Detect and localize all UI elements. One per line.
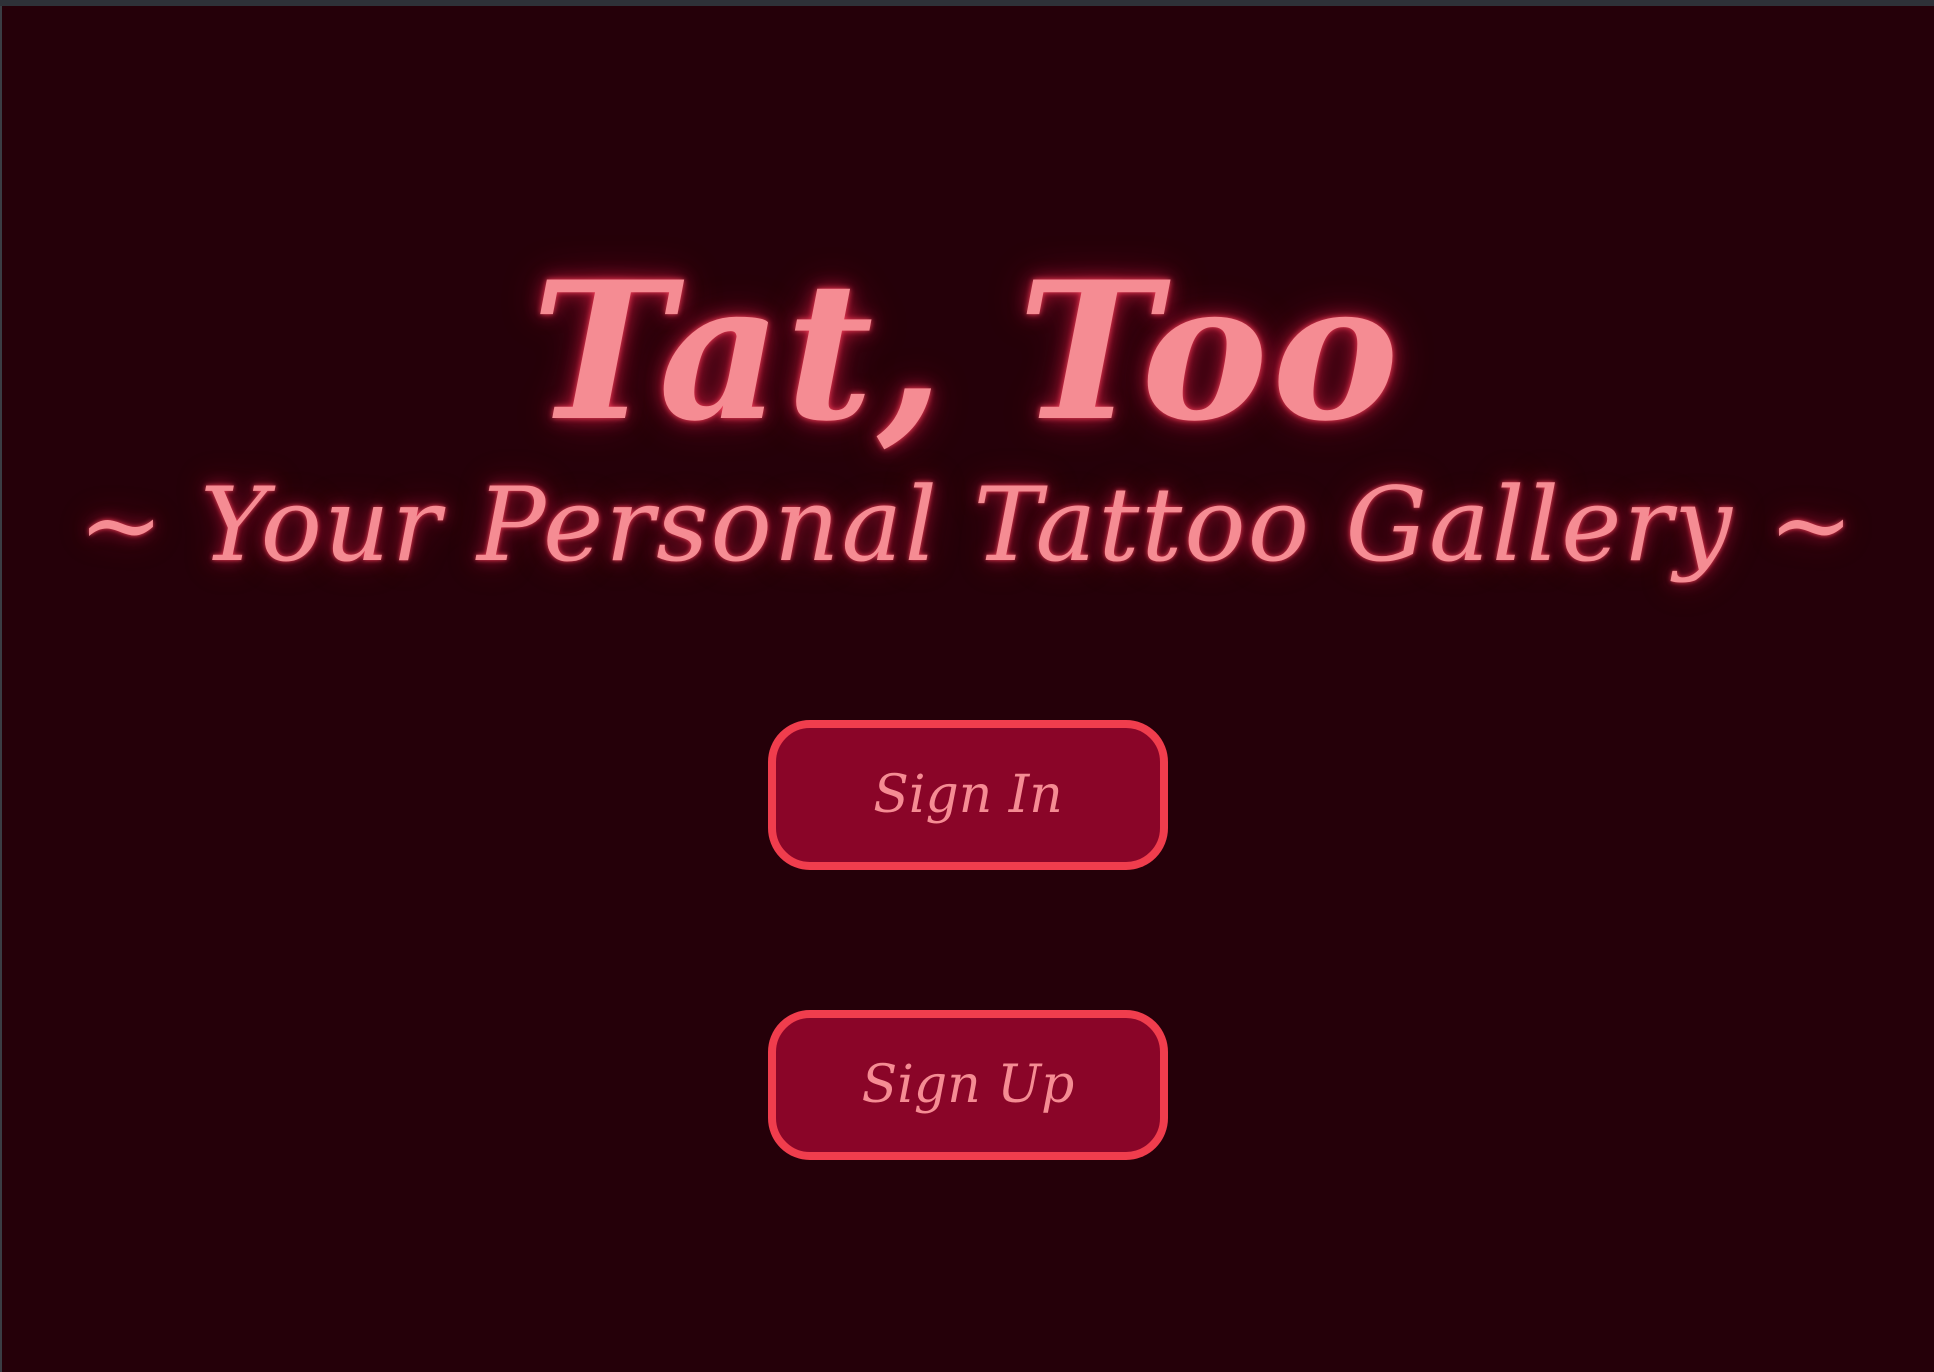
- sign-up-button[interactable]: Sign Up: [768, 1010, 1168, 1160]
- window-left-edge: [0, 6, 2, 1372]
- app-title: Tat, Too: [531, 240, 1403, 464]
- landing-page: Tat, Too ~ Your Personal Tattoo Gallery …: [0, 0, 1934, 1372]
- app-subtitle: ~ Your Personal Tattoo Gallery ~: [78, 466, 1856, 585]
- window-top-edge: [0, 0, 1934, 6]
- sign-in-button[interactable]: Sign In: [768, 720, 1168, 870]
